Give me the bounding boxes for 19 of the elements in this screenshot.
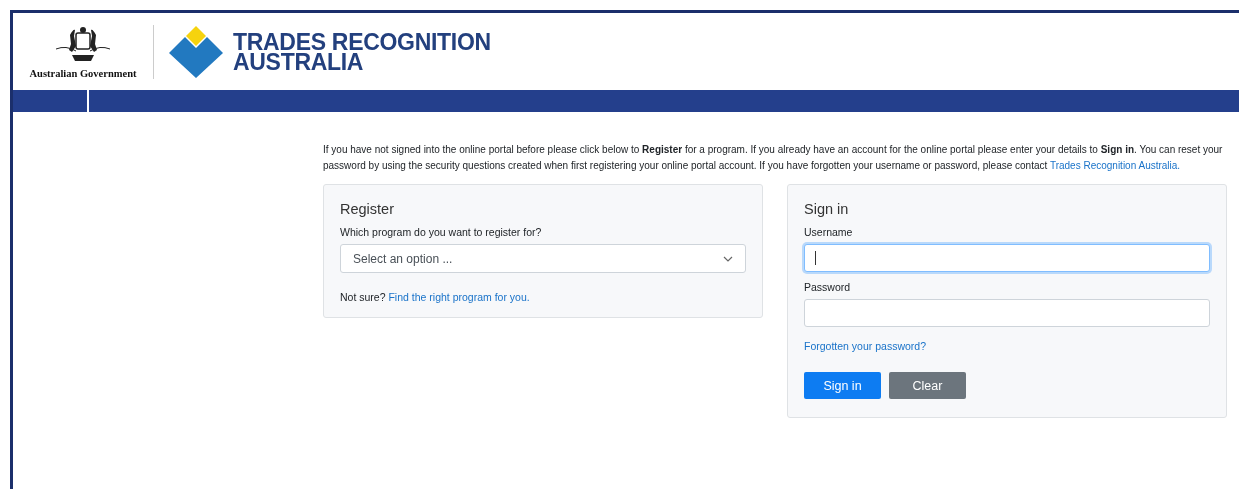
chevron-icon xyxy=(723,255,733,262)
panel-title: Register xyxy=(340,201,395,217)
sign-in-button[interactable]: Sign in xyxy=(804,372,881,399)
intro-text: If you have not signed into the online portal before please click below to Register for a program. If you already have an account for the online portal please enter your details to Sign in. You can reset your password by using the security questions created when first registering your online portal account. If you have forgotten your username or password, please contact Trades Recognition Australia. xyxy=(323,143,1224,173)
clear-button[interactable]: Clear xyxy=(889,372,966,399)
contact-link[interactable]: Trades Recognition Australia. xyxy=(1049,160,1181,171)
government-label: Australian Government xyxy=(29,67,137,79)
program-select[interactable]: Select an option ... xyxy=(340,244,746,273)
field-label: Username xyxy=(804,226,854,238)
forgot-password-link[interactable]: Forgotten your password? xyxy=(804,340,926,352)
logo-icon xyxy=(168,24,224,79)
program-finder-link[interactable]: Find the right program for you. xyxy=(388,291,530,303)
input-field[interactable] xyxy=(804,244,1210,272)
panel-title: Sign in xyxy=(804,201,850,217)
field-label: Password xyxy=(804,281,852,293)
field-label: Which program do you want to register for? xyxy=(340,226,543,238)
logo-text: TRADES RECOGNITION AUSTRALIA xyxy=(233,31,491,72)
input-field[interactable] xyxy=(804,299,1210,327)
hint-text: Not sure? xyxy=(340,291,386,303)
